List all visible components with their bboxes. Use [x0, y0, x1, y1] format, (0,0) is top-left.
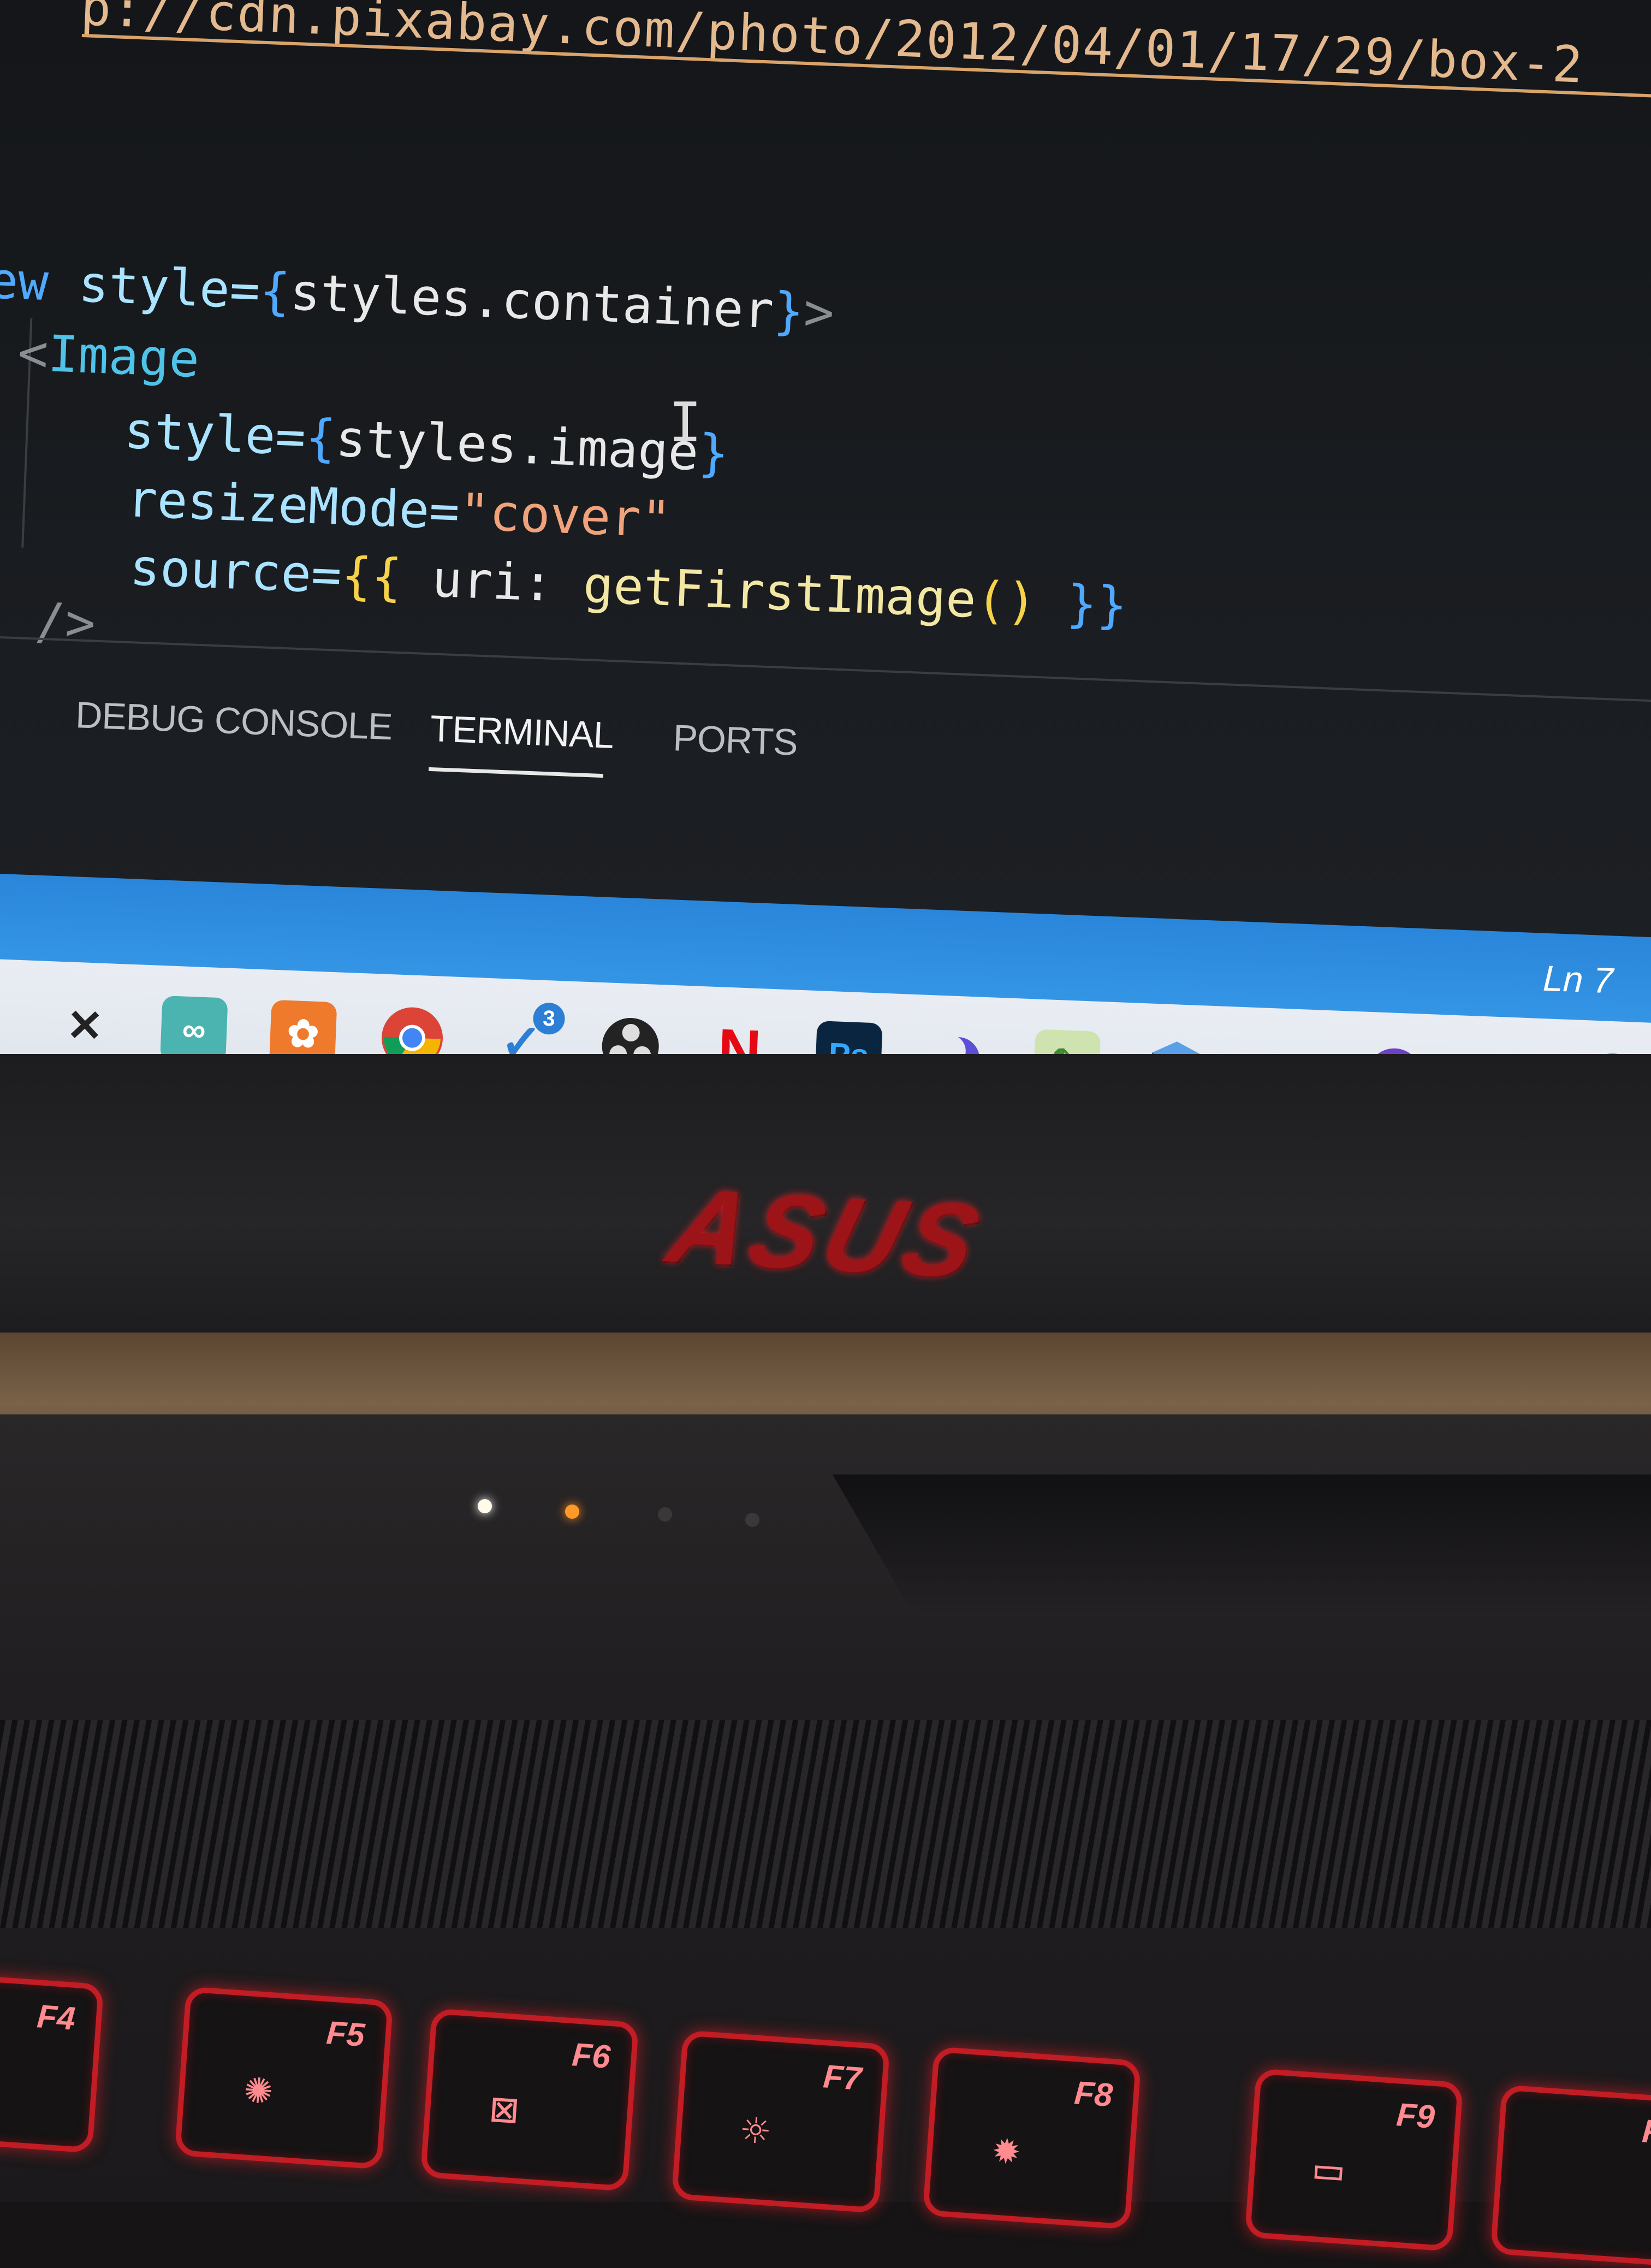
disk-led	[658, 1507, 672, 1521]
brightness-up-icon: ✹	[991, 2119, 1023, 2175]
code-line-5: source={{ uri: getFirstImage() }}	[128, 538, 1129, 635]
key-f5[interactable]: F5 ✺	[174, 1986, 394, 2170]
active-tab-indicator	[429, 767, 604, 778]
code-url-string: p://cdn.pixabay.com/photo/2012/04/01/17/…	[79, 0, 1585, 94]
key-f6[interactable]: F6 ⊠	[420, 2008, 639, 2192]
charge-led	[565, 1505, 579, 1519]
code-line-4: resizeMode="cover"	[126, 470, 673, 549]
panel-tab-bar: DEBUG CONSOLE TERMINAL PORTS	[74, 694, 1651, 831]
disable-touchpad-icon: ⊠	[489, 2081, 520, 2137]
key-f10[interactable]: F1	[1490, 2085, 1651, 2268]
arduino-icon[interactable]: ∞	[160, 996, 228, 1064]
wifi-led	[745, 1513, 759, 1527]
code-line-6: />	[34, 591, 97, 653]
code-editor[interactable]: ew style={styles.container}> <Image styl…	[0, 251, 1651, 653]
tab-ports[interactable]: PORTS	[672, 716, 798, 764]
speaker-vent	[0, 1720, 1651, 1928]
fan-icon: ✺	[243, 2059, 275, 2115]
display-switch-icon: ▭	[1313, 2141, 1345, 2197]
hinge	[832, 1475, 1651, 1616]
key-f8[interactable]: F8 ✹	[922, 2046, 1142, 2230]
cursor-position[interactable]: Ln 7	[1542, 957, 1614, 1002]
todo-badge: 3	[532, 1002, 566, 1035]
key-f7[interactable]: F7 ☼	[671, 2030, 890, 2213]
laptop-screen: p://cdn.pixabay.com/photo/2012/04/01/17/…	[0, 0, 1651, 1070]
capcut-icon[interactable]: ✕	[51, 991, 119, 1059]
key-f9[interactable]: F9 ▭	[1244, 2068, 1464, 2252]
tab-debug-console[interactable]: DEBUG CONSOLE	[75, 694, 393, 748]
key-f4[interactable]: F4	[0, 1970, 104, 2153]
brand-logo: ASUS	[658, 1168, 995, 1300]
panel-separator	[0, 636, 1651, 703]
power-led	[478, 1499, 492, 1513]
code-line-3: style={styles.image}	[123, 401, 730, 483]
code-line-2: <Image	[16, 323, 201, 389]
tab-terminal[interactable]: TERMINAL	[430, 707, 615, 757]
text-cursor-icon: I	[669, 390, 702, 454]
brightness-down-icon: ☼	[740, 2103, 771, 2159]
